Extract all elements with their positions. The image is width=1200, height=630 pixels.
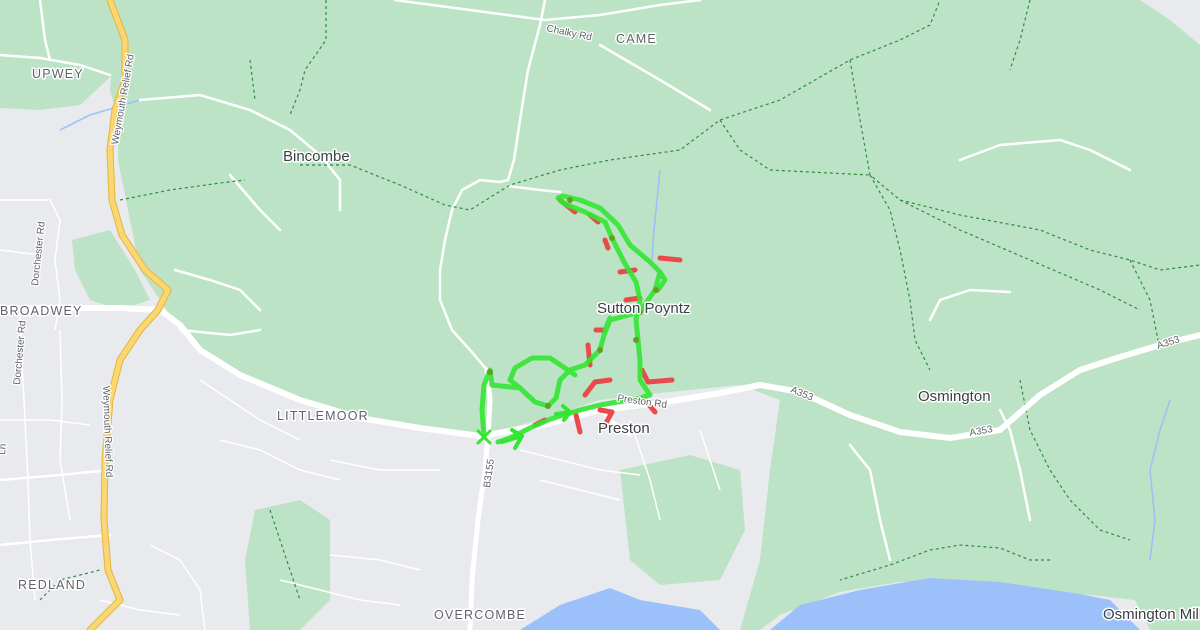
place-label-bincombe: Bincombe <box>283 148 350 165</box>
place-label-sutton-poyntz: Sutton Poyntz <box>597 300 690 317</box>
map-canvas[interactable]: UPWEY CAME Bincombe BROADWEY Sutton Poyn… <box>0 0 1200 630</box>
place-label-overcombe: OVERCOMBE <box>434 608 526 622</box>
place-label-redland: REDLAND <box>18 578 86 592</box>
place-label-upwey: UPWEY <box>32 67 84 81</box>
place-label-osmington: Osmington <box>918 388 991 405</box>
road-label-ln: Ln <box>0 443 9 455</box>
countryside-south <box>245 500 330 630</box>
place-label-broadwey: BROADWEY <box>0 304 83 318</box>
place-label-osmington-mills: Osmington Mills <box>1103 606 1200 623</box>
place-label-littlemoor: LITTLEMOOR <box>277 409 369 423</box>
place-label-preston: Preston <box>598 420 650 437</box>
place-label-came: CAME <box>616 32 657 46</box>
